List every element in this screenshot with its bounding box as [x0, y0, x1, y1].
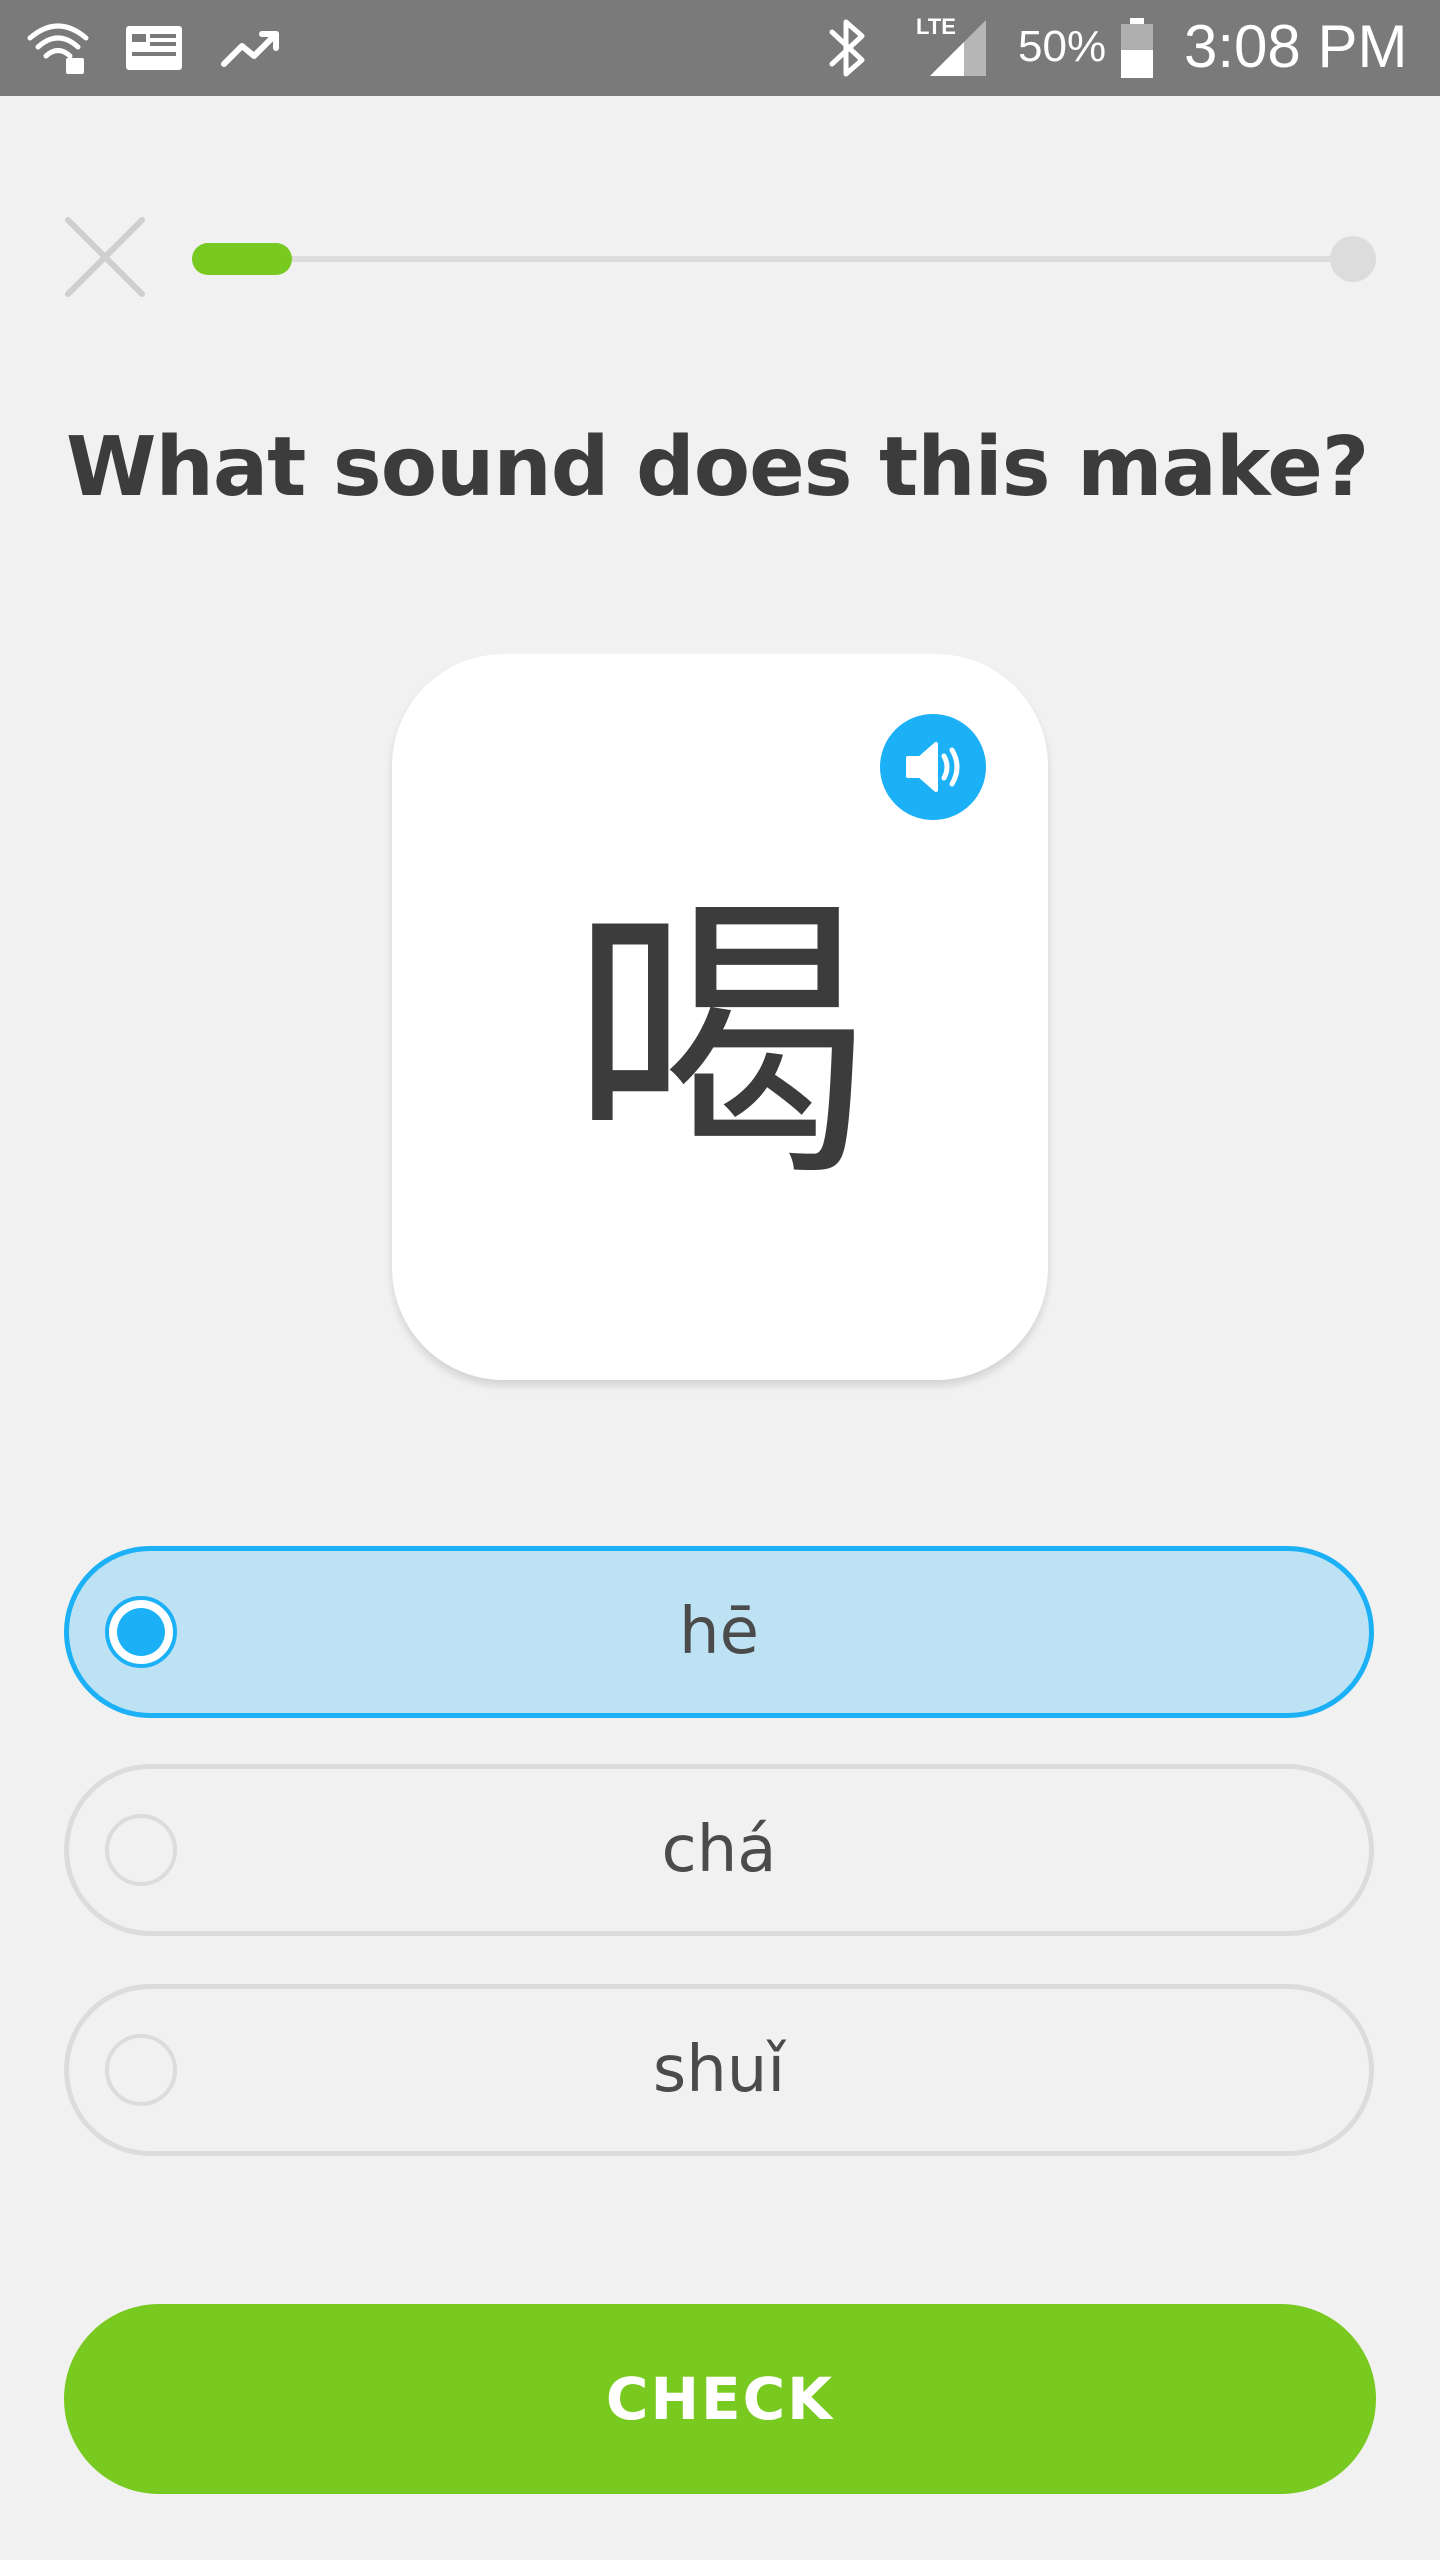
progress-track — [192, 256, 1354, 262]
answer-option-3[interactable]: shuǐ — [64, 1984, 1374, 2156]
news-icon — [126, 26, 182, 70]
character-card: 喝 — [392, 654, 1048, 1380]
answer-option-2[interactable]: chá — [64, 1764, 1374, 1936]
close-icon — [65, 217, 145, 297]
wifi-icon — [27, 23, 89, 74]
progress-fill — [192, 243, 292, 275]
answer-option-label: hē — [679, 1595, 759, 1669]
play-audio-button[interactable] — [880, 714, 986, 820]
progress-end-marker — [1330, 236, 1376, 282]
signal-icon — [930, 20, 986, 76]
answer-option-label: shuǐ — [652, 2033, 786, 2107]
question-prompt: What sound does this make? — [66, 420, 1369, 515]
check-button[interactable]: CHECK — [64, 2304, 1376, 2494]
character-glyph: 喝 — [570, 869, 870, 1218]
status-bar: LTE 50% 3:08 PM — [0, 0, 1440, 96]
speaker-icon — [906, 742, 960, 792]
lesson-screen: LTE 50% 3:08 PM What sound does this mak… — [0, 0, 1440, 2560]
answer-option-label: chá — [661, 1813, 777, 1887]
answer-option-1[interactable]: hē — [64, 1546, 1374, 1718]
trending-icon — [221, 31, 279, 67]
clock-time: 3:08 PM — [1184, 13, 1408, 80]
battery-icon — [1121, 18, 1153, 78]
battery-percent: 50% — [1018, 22, 1107, 71]
close-button[interactable] — [62, 214, 148, 300]
bluetooth-icon — [829, 19, 865, 77]
